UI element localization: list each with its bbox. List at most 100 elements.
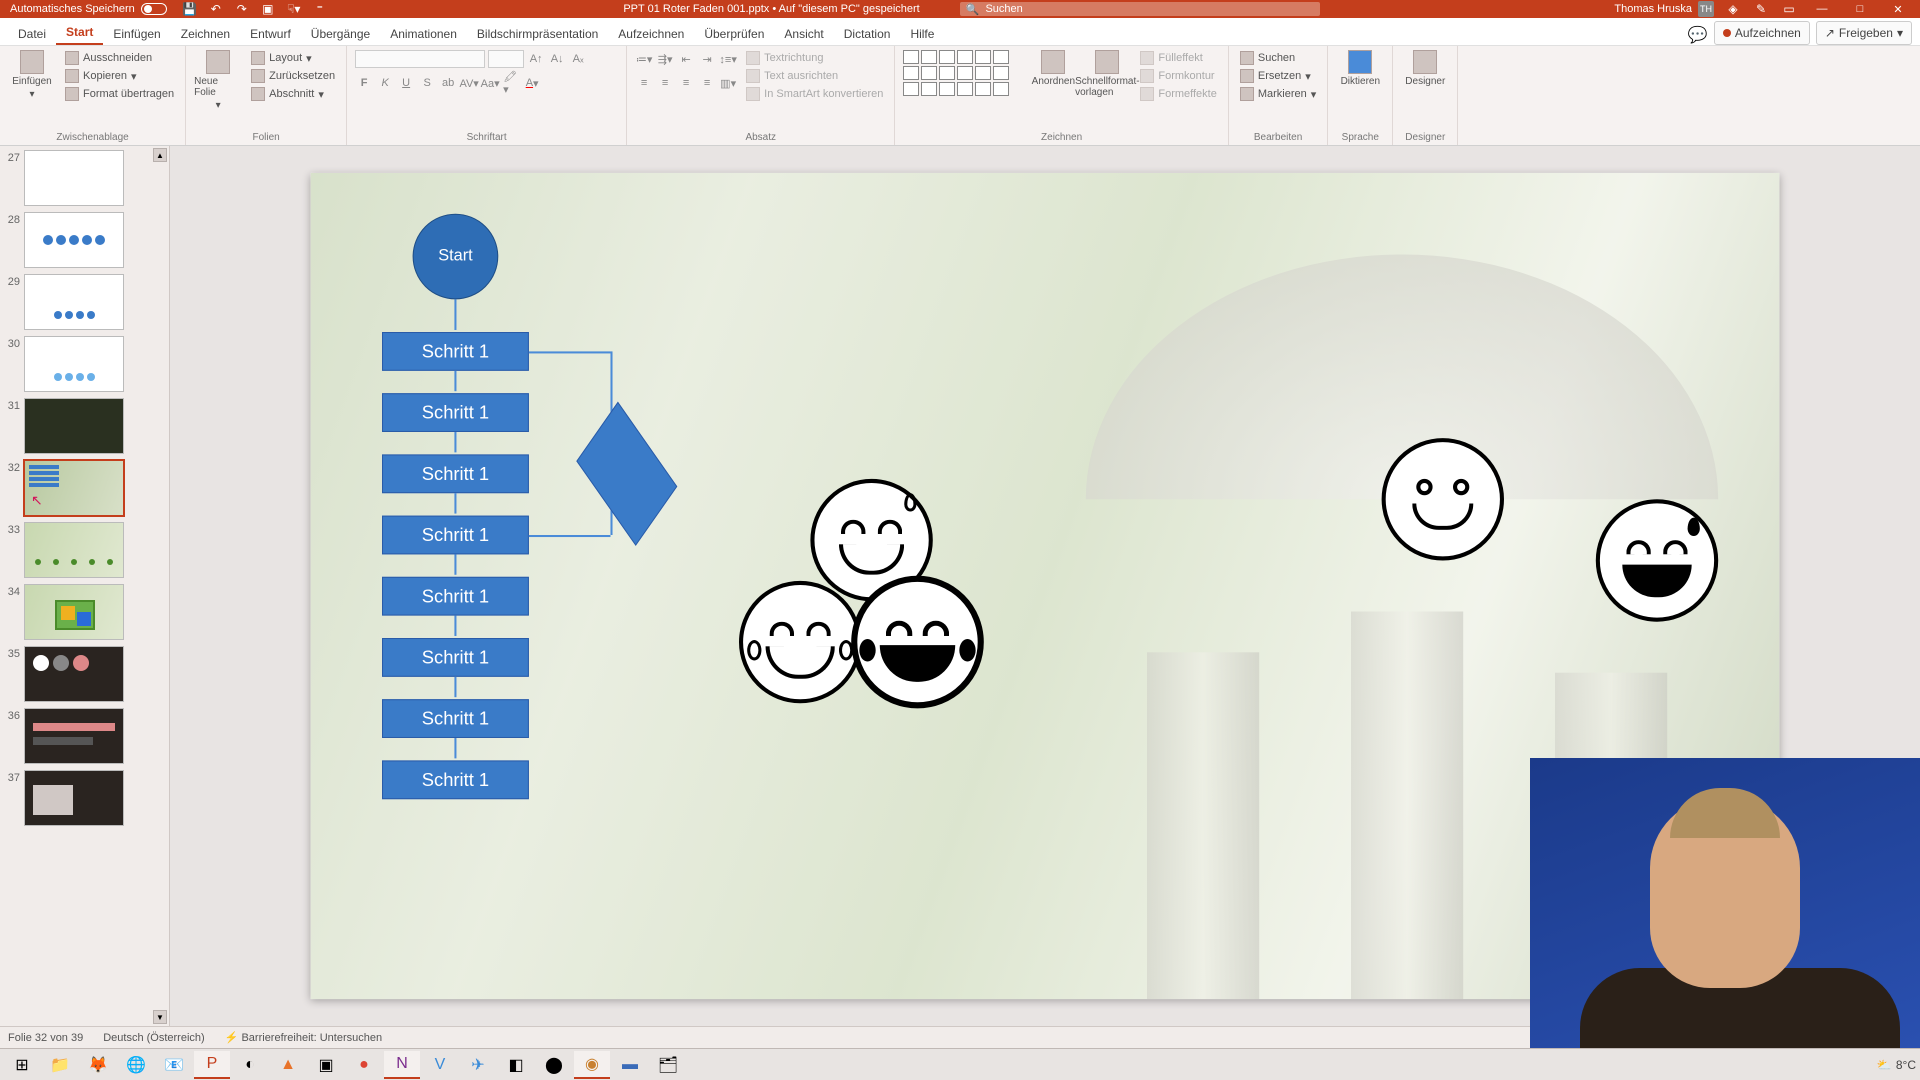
scroll-up-button[interactable]: ▲: [153, 148, 167, 162]
flowchart-step[interactable]: Schritt 1: [382, 699, 529, 738]
task-firefox[interactable]: 🦊: [80, 1051, 116, 1079]
shape-curve-icon[interactable]: [921, 82, 937, 96]
task-app[interactable]: 🗂: [650, 1051, 686, 1079]
connector[interactable]: [529, 535, 611, 537]
task-app[interactable]: ◧: [498, 1051, 534, 1079]
flowchart-step[interactable]: Schritt 1: [382, 332, 529, 371]
task-explorer[interactable]: 📁: [42, 1051, 78, 1079]
effects-button[interactable]: Formeffekte: [1137, 86, 1220, 102]
outline-button[interactable]: Formkontur: [1137, 68, 1220, 84]
underline-button[interactable]: U: [397, 74, 415, 92]
shape-more-icon[interactable]: [993, 66, 1009, 80]
slide-thumbnail-29[interactable]: [24, 274, 124, 330]
window-icon[interactable]: ▭: [1780, 0, 1798, 18]
tab-draw[interactable]: Zeichnen: [171, 21, 240, 45]
reset-button[interactable]: Zurücksetzen: [248, 68, 338, 84]
task-app[interactable]: ●: [346, 1051, 382, 1079]
shape-rect-icon[interactable]: [975, 50, 991, 64]
weather-widget[interactable]: ⛅8°C: [1877, 1058, 1916, 1072]
shape-line-icon[interactable]: [957, 82, 973, 96]
slide-thumbnail-32[interactable]: ↖: [24, 460, 124, 516]
fill-button[interactable]: Fülleffekt: [1137, 50, 1220, 66]
shape-arrow-icon[interactable]: [975, 66, 991, 80]
shape-line-icon[interactable]: [921, 50, 937, 64]
font-color-button[interactable]: A▾: [523, 74, 541, 92]
quickstyles-button[interactable]: Schnellformat-vorlagen: [1083, 50, 1131, 98]
undo-icon[interactable]: ↶: [207, 0, 225, 18]
connector[interactable]: [454, 738, 456, 758]
connector[interactable]: [454, 493, 456, 513]
designer-button[interactable]: Designer: [1401, 50, 1449, 87]
shape-gallery[interactable]: [903, 50, 1023, 96]
align-left-button[interactable]: ≡: [635, 74, 653, 92]
shape-arrow-icon[interactable]: [903, 66, 919, 80]
tab-slideshow[interactable]: Bildschirmpräsentation: [467, 21, 608, 45]
copy-button[interactable]: Kopieren▾: [62, 68, 177, 84]
decrease-indent-button[interactable]: ⇤: [677, 50, 695, 68]
connector[interactable]: [454, 432, 456, 452]
start-menu-button[interactable]: ⊞: [4, 1051, 40, 1079]
tab-start[interactable]: Start: [56, 19, 103, 45]
paste-button[interactable]: Einfügen▾: [8, 50, 56, 100]
align-right-button[interactable]: ≡: [677, 74, 695, 92]
justify-button[interactable]: ≡: [698, 74, 716, 92]
text-direction-button[interactable]: Textrichtung: [743, 50, 886, 66]
shadow-button[interactable]: ab: [439, 74, 457, 92]
task-app[interactable]: ◉: [574, 1051, 610, 1079]
tab-dictation[interactable]: Dictation: [834, 21, 901, 45]
tab-file[interactable]: Datei: [8, 21, 56, 45]
slide-thumbnail-33[interactable]: [24, 522, 124, 578]
task-onenote[interactable]: N: [384, 1051, 420, 1079]
select-button[interactable]: Markieren▾: [1237, 86, 1319, 102]
touch-mode-icon[interactable]: ☟▾: [285, 0, 303, 18]
font-family-combo[interactable]: [355, 50, 485, 68]
format-painter-button[interactable]: Format übertragen: [62, 86, 177, 102]
language-status[interactable]: Deutsch (Österreich): [103, 1032, 204, 1044]
slide-counter[interactable]: Folie 32 von 39: [8, 1032, 83, 1044]
replace-button[interactable]: Ersetzen▾: [1237, 68, 1319, 84]
qat-dropdown-icon[interactable]: ⁼: [311, 0, 329, 18]
align-center-button[interactable]: ≡: [656, 74, 674, 92]
task-powerpoint[interactable]: P: [194, 1051, 230, 1079]
increase-font-button[interactable]: A↑: [527, 50, 545, 68]
autosave-toggle[interactable]: Automatisches Speichern: [4, 3, 173, 15]
slide-thumbnail-34[interactable]: [24, 584, 124, 640]
slide-thumbnail-35[interactable]: [24, 646, 124, 702]
emoji-grin-sweat-filled[interactable]: [1596, 499, 1718, 621]
emoji-tears-joy[interactable]: [739, 581, 861, 703]
task-vlc[interactable]: ▲: [270, 1051, 306, 1079]
italic-button[interactable]: K: [376, 74, 394, 92]
shape-brace-icon[interactable]: [975, 82, 991, 96]
line-spacing-button[interactable]: ↕≡▾: [719, 50, 737, 68]
emoji-smile[interactable]: [1382, 438, 1504, 560]
dictate-button[interactable]: Diktieren: [1336, 50, 1384, 87]
flowchart-start[interactable]: Start: [413, 214, 499, 300]
columns-button[interactable]: ▥▾: [719, 74, 737, 92]
increase-indent-button[interactable]: ⇥: [698, 50, 716, 68]
pen-icon[interactable]: ✎: [1752, 0, 1770, 18]
connector[interactable]: [454, 371, 456, 391]
task-obs[interactable]: ⬤: [536, 1051, 572, 1079]
clear-formatting-button[interactable]: Aₓ: [569, 50, 587, 68]
new-slide-button[interactable]: Neue Folie▾: [194, 50, 242, 111]
flowchart-step[interactable]: Schritt 1: [382, 516, 529, 555]
shape-oval-icon[interactable]: [939, 66, 955, 80]
spacing-button[interactable]: AV▾: [460, 74, 478, 92]
case-button[interactable]: Aa▾: [481, 74, 499, 92]
shape-line-icon[interactable]: [939, 50, 955, 64]
shape-line-icon[interactable]: [957, 50, 973, 64]
align-text-button[interactable]: Text ausrichten: [743, 68, 886, 84]
scroll-down-button[interactable]: ▼: [153, 1010, 167, 1024]
shape-rect-icon[interactable]: [903, 50, 919, 64]
highlight-button[interactable]: 🖍▾: [502, 74, 520, 92]
record-button[interactable]: Aufzeichnen: [1714, 21, 1810, 45]
section-button[interactable]: Abschnitt▾: [248, 86, 338, 102]
search-box[interactable]: 🔍: [960, 2, 1320, 16]
slide-thumbnail-37[interactable]: [24, 770, 124, 826]
task-outlook[interactable]: 📧: [156, 1051, 192, 1079]
tab-design[interactable]: Entwurf: [240, 21, 301, 45]
arrange-button[interactable]: Anordnen: [1029, 50, 1077, 87]
slideshow-icon[interactable]: ▣: [259, 0, 277, 18]
tab-view[interactable]: Ansicht: [774, 21, 833, 45]
tab-help[interactable]: Hilfe: [900, 21, 944, 45]
